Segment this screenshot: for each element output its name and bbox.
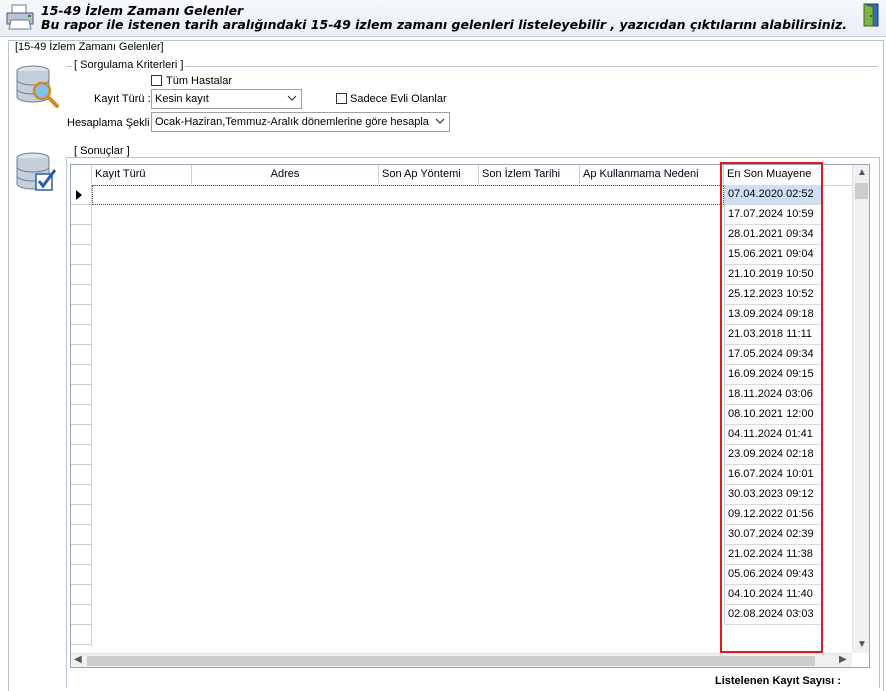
row-header[interactable] xyxy=(71,565,92,585)
kayit-turu-label: Kayıt Türü : xyxy=(94,93,151,105)
results-title: [ Sonuçlar ] xyxy=(72,145,132,157)
en-son-muayene-cell[interactable]: 16.07.2024 10:01 xyxy=(724,465,822,485)
row-header[interactable] xyxy=(71,505,92,525)
scroll-up-icon[interactable]: ▲ xyxy=(857,167,867,178)
column-header[interactable]: Ap Kullanmama Nedeni xyxy=(580,165,724,184)
exit-door-icon[interactable] xyxy=(862,3,882,27)
row-header[interactable] xyxy=(71,205,92,225)
en-son-muayene-cell[interactable]: 17.05.2024 09:34 xyxy=(724,345,822,365)
record-count-label: Listelenen Kayıt Sayısı : xyxy=(715,675,841,687)
hesaplama-value: Ocak-Haziran,Temmuz-Aralık dönemlerine g… xyxy=(155,116,429,128)
en-son-muayene-cell[interactable]: 28.01.2021 09:34 xyxy=(724,225,822,245)
en-son-muayene-cell[interactable]: 02.08.2024 03:03 xyxy=(724,605,822,625)
hesaplama-select[interactable]: Ocak-Haziran,Temmuz-Aralık dönemlerine g… xyxy=(151,112,450,132)
grid-header-row: Kayıt Türü Adres Son Ap Yöntemi Son İzle… xyxy=(71,165,869,186)
report-description: Bu rapor ile istenen tarih aralığındaki … xyxy=(41,17,847,32)
current-row-arrow-icon xyxy=(76,190,82,200)
row-header[interactable] xyxy=(71,185,92,205)
vertical-scroll-thumb[interactable] xyxy=(855,183,868,199)
en-son-muayene-cell[interactable]: 15.06.2021 09:04 xyxy=(724,245,822,265)
row-header[interactable] xyxy=(71,405,92,425)
hesaplama-label: Hesaplama Şekli : xyxy=(67,117,156,129)
en-son-muayene-cell[interactable]: 16.09.2024 09:15 xyxy=(724,365,822,385)
en-son-muayene-cell[interactable]: 30.03.2023 09:12 xyxy=(724,485,822,505)
database-search-icon xyxy=(16,65,59,108)
printer-icon xyxy=(6,4,34,30)
row-header[interactable] xyxy=(71,585,92,605)
en-son-muayene-cell[interactable]: 05.06.2024 09:43 xyxy=(724,565,822,585)
en-son-muayene-cell[interactable]: 04.11.2024 01:41 xyxy=(724,425,822,445)
results-grid[interactable]: Kayıt Türü Adres Son Ap Yöntemi Son İzle… xyxy=(70,164,870,668)
column-header[interactable]: Son İzlem Tarihi xyxy=(479,165,580,184)
focused-row[interactable] xyxy=(92,185,724,205)
row-header[interactable] xyxy=(71,285,92,305)
en-son-muayene-cell[interactable]: 09.12.2022 01:56 xyxy=(724,505,822,525)
row-header[interactable] xyxy=(71,485,92,505)
chevron-down-icon xyxy=(287,95,297,101)
horizontal-scrollbar[interactable]: ◀ ▶ xyxy=(71,653,852,667)
row-header[interactable] xyxy=(71,605,92,625)
vertical-scrollbar[interactable]: ▲ ▼ xyxy=(852,165,869,653)
only-evli-label: Sadece Evli Olanlar xyxy=(350,93,447,105)
row-header[interactable] xyxy=(71,365,92,385)
row-header[interactable] xyxy=(71,325,92,345)
row-header[interactable] xyxy=(71,625,92,645)
en-son-muayene-cell[interactable]: 18.11.2024 03:06 xyxy=(724,385,822,405)
column-header[interactable]: Son Ap Yöntemi xyxy=(379,165,479,184)
column-header[interactable]: En Son Muayene xyxy=(724,165,822,184)
criteria-title: [ Sorgulama Kriterleri ] xyxy=(72,59,186,71)
row-header[interactable] xyxy=(71,425,92,445)
row-header[interactable] xyxy=(71,445,92,465)
en-son-muayene-cell[interactable]: 30.07.2024 02:39 xyxy=(724,525,822,545)
only-evli-checkbox[interactable] xyxy=(336,93,347,104)
en-son-muayene-cell[interactable]: 21.03.2018 11:11 xyxy=(724,325,822,345)
row-header-corner xyxy=(71,165,92,184)
column-header[interactable]: Kayıt Türü xyxy=(92,165,192,184)
en-son-muayene-cell[interactable]: 21.10.2019 10:50 xyxy=(724,265,822,285)
en-son-muayene-cell[interactable]: 25.12.2023 10:52 xyxy=(724,285,822,305)
column-header[interactable]: Adres xyxy=(192,165,379,184)
row-header[interactable] xyxy=(71,245,92,265)
en-son-muayene-cell[interactable]: 08.10.2021 12:00 xyxy=(724,405,822,425)
en-son-muayene-cell[interactable]: 04.10.2024 11:40 xyxy=(724,585,822,605)
en-son-muayene-cell[interactable]: 23.09.2024 02:18 xyxy=(724,445,822,465)
row-header[interactable] xyxy=(71,265,92,285)
row-header[interactable] xyxy=(71,385,92,405)
all-patients-checkbox[interactable] xyxy=(151,75,162,86)
report-title: 15-49 İzlem Zamanı Gelenler xyxy=(41,3,244,18)
scroll-right-icon[interactable]: ▶ xyxy=(839,654,847,665)
en-son-muayene-cell[interactable]: 17.07.2024 10:59 xyxy=(724,205,822,225)
database-check-icon xyxy=(16,152,57,191)
row-header[interactable] xyxy=(71,525,92,545)
report-header: 15-49 İzlem Zamanı Gelenler Bu rapor ile… xyxy=(0,0,886,37)
row-header[interactable] xyxy=(71,305,92,325)
en-son-muayene-cell[interactable]: 13.09.2024 09:18 xyxy=(724,305,822,325)
scroll-down-icon[interactable]: ▼ xyxy=(857,639,867,650)
kayit-turu-select[interactable]: Kesin kayıt xyxy=(151,89,302,109)
en-son-muayene-cell[interactable]: 07.04.2020 02:52 xyxy=(724,185,822,205)
row-header[interactable] xyxy=(71,545,92,565)
row-header[interactable] xyxy=(71,225,92,245)
main-panel-title: [15-49 İzlem Zamanı Gelenler] xyxy=(14,41,165,53)
kayit-turu-value: Kesin kayıt xyxy=(155,93,209,105)
row-header[interactable] xyxy=(71,465,92,485)
row-header[interactable] xyxy=(71,345,92,365)
chevron-down-icon xyxy=(435,118,445,124)
en-son-muayene-cell[interactable]: 21.02.2024 11:38 xyxy=(724,545,822,565)
all-patients-label: Tüm Hastalar xyxy=(166,75,233,87)
scroll-left-icon[interactable]: ◀ xyxy=(74,654,82,665)
horizontal-scroll-thumb[interactable] xyxy=(87,656,815,666)
